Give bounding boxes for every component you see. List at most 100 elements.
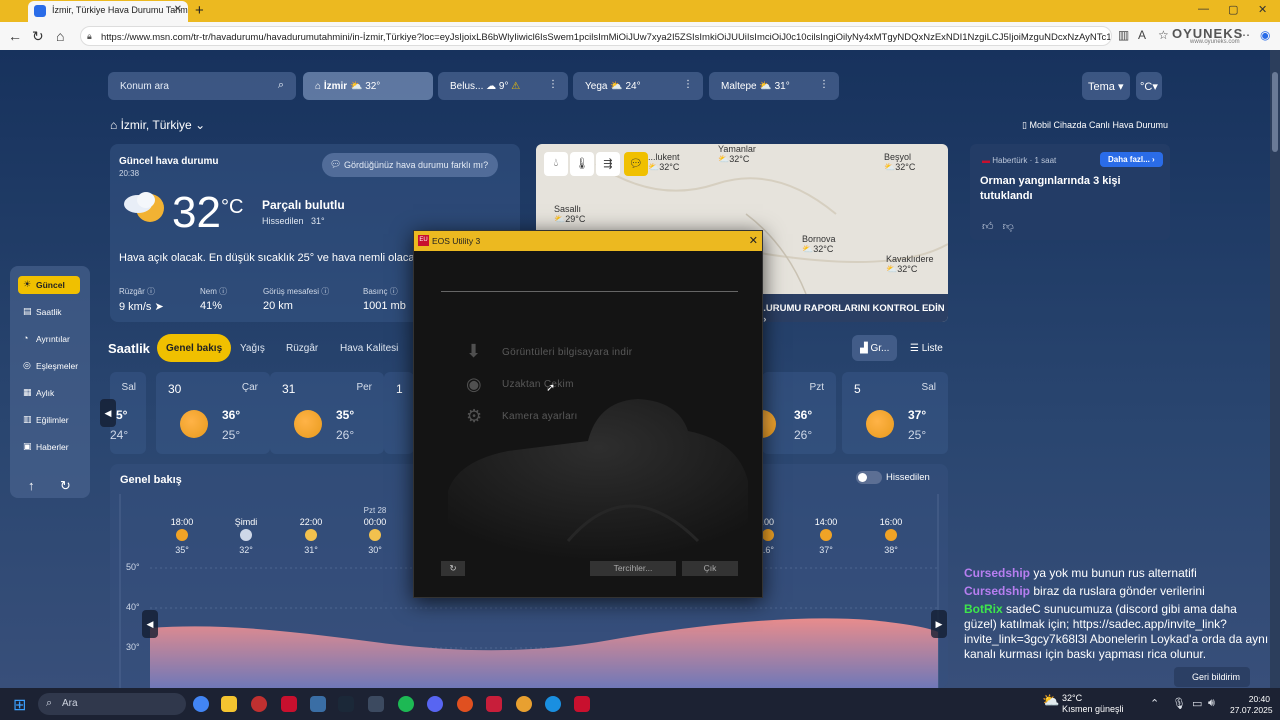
window-close-icon[interactable]: ✕	[1258, 3, 1267, 16]
app-icon[interactable]	[486, 696, 502, 712]
app-icon[interactable]	[251, 696, 267, 712]
eos-close-icon[interactable]: ✕	[749, 234, 758, 247]
tab-hava-kalitesi[interactable]: Hava Kalitesi	[331, 334, 407, 362]
feedback-button[interactable]: Geri bildirim	[1174, 667, 1250, 687]
app-icon[interactable]	[310, 696, 326, 712]
remote-shooting-item[interactable]: Uzaktan Çekim	[502, 379, 574, 390]
camera-settings-item[interactable]: Kamera ayarları	[502, 411, 578, 422]
copilot-icon[interactable]: ◉	[1260, 28, 1270, 42]
map-label[interactable]: Sasallı ⛅29°C	[554, 204, 585, 224]
reload-icon[interactable]: ↻	[32, 28, 44, 45]
temperature-tool-icon[interactable]: 🌡︎	[570, 152, 594, 176]
location-chip-maltepe[interactable]: Maltepe ⛅ 31° ⋮	[709, 72, 839, 100]
reports-tool-icon[interactable]: 💬︎	[624, 152, 648, 176]
eos-refresh-button[interactable]: ↻	[441, 561, 465, 576]
location-chip-yega[interactable]: Yega ⛅ 24° ⋮	[573, 72, 703, 100]
more-icon[interactable]: ⋮	[819, 79, 829, 90]
read-aloud-icon[interactable]: A	[1138, 28, 1146, 42]
list-view-button[interactable]: ☰ Liste	[902, 335, 951, 361]
tab-genel-bakis[interactable]: Genel bakış	[157, 334, 232, 362]
search-icon[interactable]: ⌕	[278, 79, 284, 92]
taskbar-weather[interactable]: ⛅ 32°C Kısmen güneşli	[1042, 693, 1124, 715]
edge-icon[interactable]	[545, 696, 561, 712]
tab-close-icon[interactable]: ✕	[174, 4, 182, 15]
unit-button[interactable]: °C▾	[1136, 72, 1162, 100]
app-icon[interactable]	[516, 696, 532, 712]
precipitation-tool-icon[interactable]: 💧︎	[544, 152, 568, 176]
more-news-button[interactable]: Daha fazl... ›	[1100, 152, 1163, 167]
page-scrollbar[interactable]	[1270, 50, 1280, 688]
discord-icon[interactable]	[427, 696, 443, 712]
taskbar-clock[interactable]: 20:40 27.07.2025	[1230, 694, 1273, 716]
map-label[interactable]: ...lukent ⛅32°C	[648, 152, 680, 172]
map-label[interactable]: Beşyol ⛅32°C	[884, 152, 915, 172]
location-search-input[interactable]: Konum ara ⌕	[108, 72, 296, 100]
microphone-icon[interactable]: 🎙︎	[1172, 697, 1186, 710]
new-tab-icon[interactable]: +	[195, 2, 204, 19]
mobile-live-link[interactable]: ▯ Mobil Cihazda Canlı Hava Durumu	[1022, 120, 1168, 131]
url-field[interactable]: 🔒︎ https://www.msn.com/tr-tr/havadurumu/…	[80, 26, 1112, 46]
more-icon[interactable]: ⋮	[548, 79, 558, 90]
more-icon[interactable]: ⋮	[683, 79, 693, 90]
split-screen-icon[interactable]: ▥	[1118, 28, 1129, 42]
news-title[interactable]: Orman yangınlarında 3 kişi tutuklandı	[980, 174, 1160, 204]
volume-icon[interactable]: 🔊︎	[1208, 697, 1215, 710]
graph-view-button[interactable]: ▟ Gr...	[852, 335, 898, 361]
maximize-icon[interactable]: ▢	[1228, 3, 1238, 16]
sidebar-item-saatlik[interactable]: ▤ Saatlik	[18, 303, 80, 321]
feels-like-toggle[interactable]: Hissedilen	[856, 471, 930, 484]
feedback-button[interactable]: 💬︎ Gördüğünüz hava durumu farklı mı?	[322, 153, 499, 177]
sidebar-item-eslesmeler[interactable]: ◎ Eşleşmeler	[18, 357, 80, 375]
home-icon[interactable]: ⌂	[56, 28, 64, 44]
day-card[interactable]: 30 Çar 36° 25°	[156, 372, 270, 454]
sidebar-item-haberler[interactable]: ▣ Haberler	[18, 438, 80, 456]
eos-titlebar[interactable]: EU EOS Utility 3 ✕	[414, 231, 762, 251]
refresh-icon[interactable]: ↻	[60, 478, 71, 494]
day-card[interactable]: 31 Per 35° 26°	[270, 372, 384, 454]
day-card[interactable]: 5 Sal 37° 25°	[842, 372, 948, 454]
tray-chevron-icon[interactable]: ⌃	[1150, 697, 1159, 710]
sidebar-item-aylik[interactable]: ▦ Aylık	[18, 384, 80, 402]
location-chip-belus[interactable]: Belus... ☁ 9° ⚠ ⋮	[438, 72, 568, 100]
eos-taskbar-icon[interactable]	[281, 696, 297, 712]
app-icon[interactable]	[457, 696, 473, 712]
wind-tool-icon[interactable]: ⇶	[596, 152, 620, 176]
tab-ruzgar[interactable]: Rüzgâr	[277, 334, 327, 362]
network-icon[interactable]: ▭	[1192, 697, 1202, 710]
taskbar-search[interactable]: ⌕ Ara	[38, 693, 186, 715]
start-icon[interactable]: ⊞	[13, 695, 26, 715]
quit-button[interactable]: Çık	[682, 561, 738, 576]
scrollbar-thumb[interactable]	[1272, 72, 1278, 152]
sidebar-item-guncel[interactable]: ☀ Güncel	[18, 276, 80, 294]
days-prev-arrow-icon[interactable]: ◀	[100, 399, 116, 427]
steam-icon[interactable]	[338, 696, 354, 712]
breadcrumb[interactable]: ⌂ İzmir, Türkiye ⌄	[110, 118, 205, 132]
sidebar-item-ayrintilar[interactable]: ◔ Ayrıntılar	[18, 330, 80, 348]
theme-button[interactable]: Tema ▾	[1082, 72, 1130, 100]
scroll-top-icon[interactable]: ↑	[28, 478, 35, 493]
preferences-button[interactable]: Tercihler...	[590, 561, 676, 576]
app-icon[interactable]	[368, 696, 384, 712]
day-card[interactable]: Pzt 36° 26°	[748, 372, 836, 454]
map-label[interactable]: Bornova ⛅32°C	[802, 234, 836, 254]
thumbs-up-icon[interactable]: 👍︎	[982, 221, 994, 233]
location-chip-izmir[interactable]: ⌂ İzmir ⛅ 32°	[303, 72, 433, 100]
minimize-icon[interactable]: —	[1198, 3, 1209, 15]
favorite-star-icon[interactable]: ☆	[1158, 28, 1169, 42]
map-label[interactable]: Yamanlar ⛅32°C	[718, 144, 756, 164]
chrome-icon[interactable]	[193, 696, 209, 712]
map-label[interactable]: Kavaklıdere ⛅32°C	[886, 254, 934, 274]
eos-taskbar-icon[interactable]	[574, 696, 590, 712]
spotify-icon[interactable]	[398, 696, 414, 712]
chart-next-arrow-icon[interactable]: ▶	[931, 610, 947, 638]
back-icon[interactable]: ←	[8, 28, 22, 44]
thumbs-down-icon[interactable]: 👎︎	[1003, 221, 1014, 233]
sidebar-item-egilimler[interactable]: ▥ Eğilimler	[18, 411, 80, 429]
tab-yagis[interactable]: Yağış	[231, 334, 274, 362]
download-images-item[interactable]: Görüntüleri bilgisayara indir	[502, 347, 632, 358]
browser-tab[interactable]: İzmir, Türkiye Hava Durumu Tahm... ✕	[28, 1, 188, 22]
news-card[interactable]: ▬ Habertürk · 1 saat Daha fazl... › Orma…	[970, 144, 1170, 240]
chart-prev-arrow-icon[interactable]: ◀	[142, 610, 158, 638]
day-card[interactable]: 1	[384, 372, 414, 454]
file-explorer-icon[interactable]	[221, 696, 237, 712]
